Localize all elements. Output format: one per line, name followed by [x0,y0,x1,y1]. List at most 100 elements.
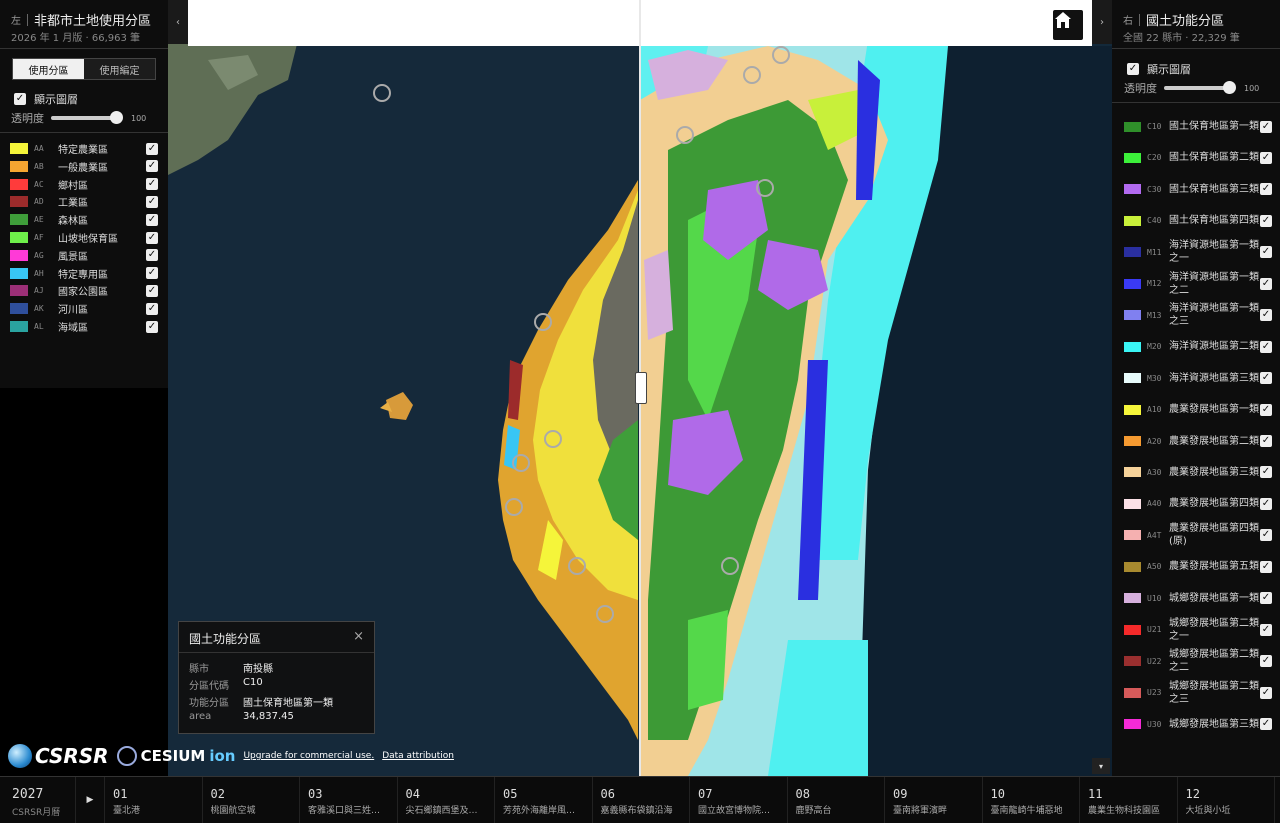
legend-swatch [1124,436,1141,446]
legend-item-u22: U22 城鄉發展地區第二類之二 ✓ [1124,646,1272,677]
play-icon[interactable]: ▶ [76,777,105,823]
check-icon[interactable]: ✓ [1260,120,1272,133]
timeline-month-12[interactable]: 12 大坵與小坵 [1178,777,1275,823]
left-show-layer[interactable]: ✓ 顯示圖層 [14,91,78,107]
check-icon[interactable]: ✓ [1260,246,1272,259]
check-icon[interactable]: ✓ [1260,560,1272,573]
check-icon[interactable]: ✓ [1260,655,1272,668]
legend-item-a50: A50 農業發展地區第五類 ✓ [1124,551,1272,582]
legend-swatch [1124,561,1141,572]
timeline-month-10[interactable]: 10 臺南龍崎牛埔惡地 [983,777,1080,823]
check-icon[interactable]: ✓ [1260,435,1272,447]
split-handle[interactable] [635,372,647,404]
check-icon[interactable]: ✓ [1260,309,1272,322]
timeline-month-08[interactable]: 08 鹿野高台 [788,777,885,823]
legend-swatch [1124,247,1141,258]
timeline-month-02[interactable]: 02 桃園航空城 [203,777,300,823]
cesium-icon [116,746,137,766]
legend-item-m11: M11 海洋資源地區第一類之一 ✓ [1124,237,1272,268]
check-icon[interactable]: ✓ [1127,63,1139,75]
popup-title: 國土功能分區 [189,632,262,646]
check-icon[interactable]: ✓ [1260,214,1272,227]
check-icon[interactable]: ✓ [1260,529,1272,542]
legend-item-u23: U23 城鄉發展地區第二類之三 ✓ [1124,677,1272,708]
check-icon[interactable]: ✓ [14,93,26,105]
check-icon[interactable]: ✓ [146,178,158,191]
timeline-month-03[interactable]: 03 客雅溪口與三姓… [300,777,398,823]
legend-item-aj: AJ 國家公園區 ✓ [10,282,158,299]
check-icon[interactable]: ✓ [1260,183,1272,196]
home-icon [1055,12,1071,28]
feature-info-popup: 國土功能分區 × 縣市 南投縣 分區代碼 C10 功能分區 國土保育地區第一類 are… [178,621,375,734]
timeline-month-01[interactable]: 01 臺北港 [105,777,203,823]
check-icon[interactable]: ✓ [1260,151,1272,164]
legend-item-c30: C30 國土保育地區第三類 ✓ [1124,174,1272,205]
check-icon[interactable]: ✓ [146,302,158,315]
legend-item-ae: AE 森林區 ✓ [10,211,158,228]
legend-item-m30: M30 海洋資源地區第三類 ✓ [1124,363,1272,394]
popup-row: 分區代碼 C10 [189,677,263,692]
left-opacity-slider[interactable] [51,111,123,124]
legend-swatch [1124,215,1141,226]
upgrade-link[interactable]: Upgrade for commercial use. [243,751,374,761]
check-icon[interactable]: ✓ [146,160,158,173]
legend-item-m13: M13 海洋資源地區第一類之三 ✓ [1124,300,1272,331]
check-icon[interactable]: ✓ [146,213,158,226]
legend-item-ag: AG 風景區 ✓ [10,247,158,264]
timeline-month-07[interactable]: 07 國立故宮博物院… [690,777,788,823]
right-panel: 右 國土功能分區 全國 22 縣市 · 22,329 筆 ✓ 顯示圖層 透明度 10… [1112,0,1280,776]
check-icon[interactable]: ✓ [1260,372,1272,385]
data-attribution-link[interactable]: Data attribution [382,751,454,761]
timeline-year: 2027 CSRSR月曆 [0,777,76,823]
check-icon[interactable]: ✓ [1260,403,1272,416]
right-opacity-slider[interactable] [1164,81,1236,94]
legend-swatch [10,321,28,332]
legend-swatch [1124,341,1141,352]
timeline-month-05[interactable]: 05 芳苑外海離岸風… [495,777,593,823]
timeline-month-11[interactable]: 11 農業生物科技園區 [1080,777,1178,823]
attribution: CSRSR CESIUM ion Upgrade for commercial u… [8,740,454,772]
timeline-month-09[interactable]: 09 臺南將軍濱畔 [885,777,983,823]
tab-use-zone[interactable]: 使用分區 [13,59,84,79]
check-icon[interactable]: ✓ [146,142,158,155]
check-icon[interactable]: ✓ [146,320,158,333]
check-icon[interactable]: ✓ [1260,340,1272,353]
legend-item-ac: AC 鄉村區 ✓ [10,176,158,193]
globe-icon [8,744,32,768]
check-icon[interactable]: ✓ [1260,623,1272,636]
legend-item-u21: U21 城鄉發展地區第二類之一 ✓ [1124,614,1272,645]
check-icon[interactable]: ✓ [1260,497,1272,510]
check-icon[interactable]: ✓ [146,231,158,244]
tab-use-designation[interactable]: 使用編定 [84,59,155,79]
right-header-bar [641,0,1092,46]
close-icon[interactable]: × [353,629,364,644]
check-icon[interactable]: ✓ [146,249,158,262]
legend-item-al: AL 海域區 ✓ [10,318,158,335]
csrsr-logo: CSRSR [8,744,109,768]
check-icon[interactable]: ✓ [146,267,158,280]
legend-swatch [10,285,28,297]
timeline-month-04[interactable]: 04 尖石鄉鎮西堡及… [398,777,495,823]
left-header-bar [188,0,640,46]
popup-row: 縣市 南投縣 [189,664,273,675]
legend-item-a40: A40 農業發展地區第四類 ✓ [1124,488,1272,519]
right-show-layer[interactable]: ✓ 顯示圖層 [1127,61,1191,77]
timeline-month-06[interactable]: 06 嘉義縣布袋鎮沿海 [593,777,690,823]
check-icon[interactable]: ✓ [146,195,158,208]
right-collapse-button[interactable]: › [1092,0,1112,44]
legend-item-c20: C20 國土保育地區第二類 ✓ [1124,142,1272,173]
check-icon[interactable]: ✓ [1260,466,1272,479]
check-icon[interactable]: ✓ [1260,718,1272,731]
legend-swatch [10,214,28,226]
check-icon[interactable]: ✓ [1260,686,1272,699]
check-icon[interactable]: ✓ [1260,277,1272,290]
check-icon[interactable]: ✓ [146,284,158,297]
legend-swatch [1124,467,1141,478]
home-button[interactable] [1053,10,1083,40]
left-side-label: 左 [11,16,21,27]
timeline-bar: 2027 CSRSR月曆 ▶ 01 臺北港 02 桃園航空城 03 客雅溪口與三姓… 04 尖… [0,776,1280,823]
check-icon[interactable]: ✓ [1260,592,1272,605]
legend-item-a30: A30 農業發展地區第三類 ✓ [1124,457,1272,488]
chevron-down-icon[interactable]: ▾ [1092,758,1110,774]
left-collapse-button[interactable]: ‹ [168,0,188,44]
